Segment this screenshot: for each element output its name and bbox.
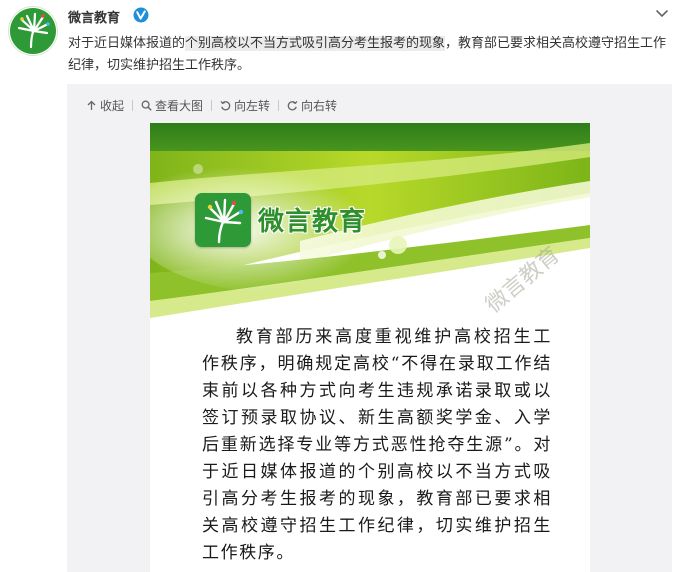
watermark-text: 微言教育 xyxy=(481,242,564,318)
avatar[interactable] xyxy=(8,6,58,56)
rotate-right-icon xyxy=(287,100,298,110)
poster-logo-text: 微言教育 xyxy=(258,207,367,237)
rotate-left-label: 向左转 xyxy=(234,98,271,113)
collapse-label: 收起 xyxy=(100,98,125,113)
author-name[interactable]: 微言教育 xyxy=(68,7,120,26)
rotate-left-icon xyxy=(220,100,231,110)
poster-body-text: 教育部历来高度重视维护高校招生工作秩序，明确规定高校“不得在录取工作结束前以各种… xyxy=(202,327,552,563)
collapse-button[interactable]: 收起 xyxy=(86,97,124,114)
dandelion-logo-icon xyxy=(204,198,244,244)
verified-badge-icon xyxy=(133,7,149,23)
chevron-down-icon[interactable] xyxy=(655,4,669,18)
post-text-part: 对于近日媒体报道的 xyxy=(68,36,186,51)
logo-tile xyxy=(195,193,251,247)
dandelion-logo-icon xyxy=(10,8,56,54)
arrow-up-icon xyxy=(87,100,96,110)
toolbar-divider xyxy=(211,99,213,111)
media-toolbar: 收起 查看大图 向左转 向右转 xyxy=(86,96,337,114)
view-large-button[interactable]: 查看大图 xyxy=(141,97,203,114)
post-text: 对于近日媒体报道的个别高校以不当方式吸引高分考生报考的现象，教育部已要求相关高校… xyxy=(68,33,668,77)
rotate-right-label: 向右转 xyxy=(301,98,338,113)
post-text-highlight: 个别高校以不当方式吸引高分考生报考的现象 xyxy=(185,36,446,51)
rotate-right-button[interactable]: 向右转 xyxy=(287,97,337,114)
toolbar-divider xyxy=(278,99,280,111)
post-image[interactable]: 微言教育 微言教育 教育部历来高度重视维护高校招生工作秩序，明确规定高校“不得在… xyxy=(150,123,590,572)
view-large-label: 查看大图 xyxy=(155,98,204,113)
toolbar-divider xyxy=(132,99,134,111)
watermark: 微言教育 xyxy=(481,242,564,318)
magnifier-icon xyxy=(141,100,152,111)
rotate-left-button[interactable]: 向左转 xyxy=(220,97,270,114)
